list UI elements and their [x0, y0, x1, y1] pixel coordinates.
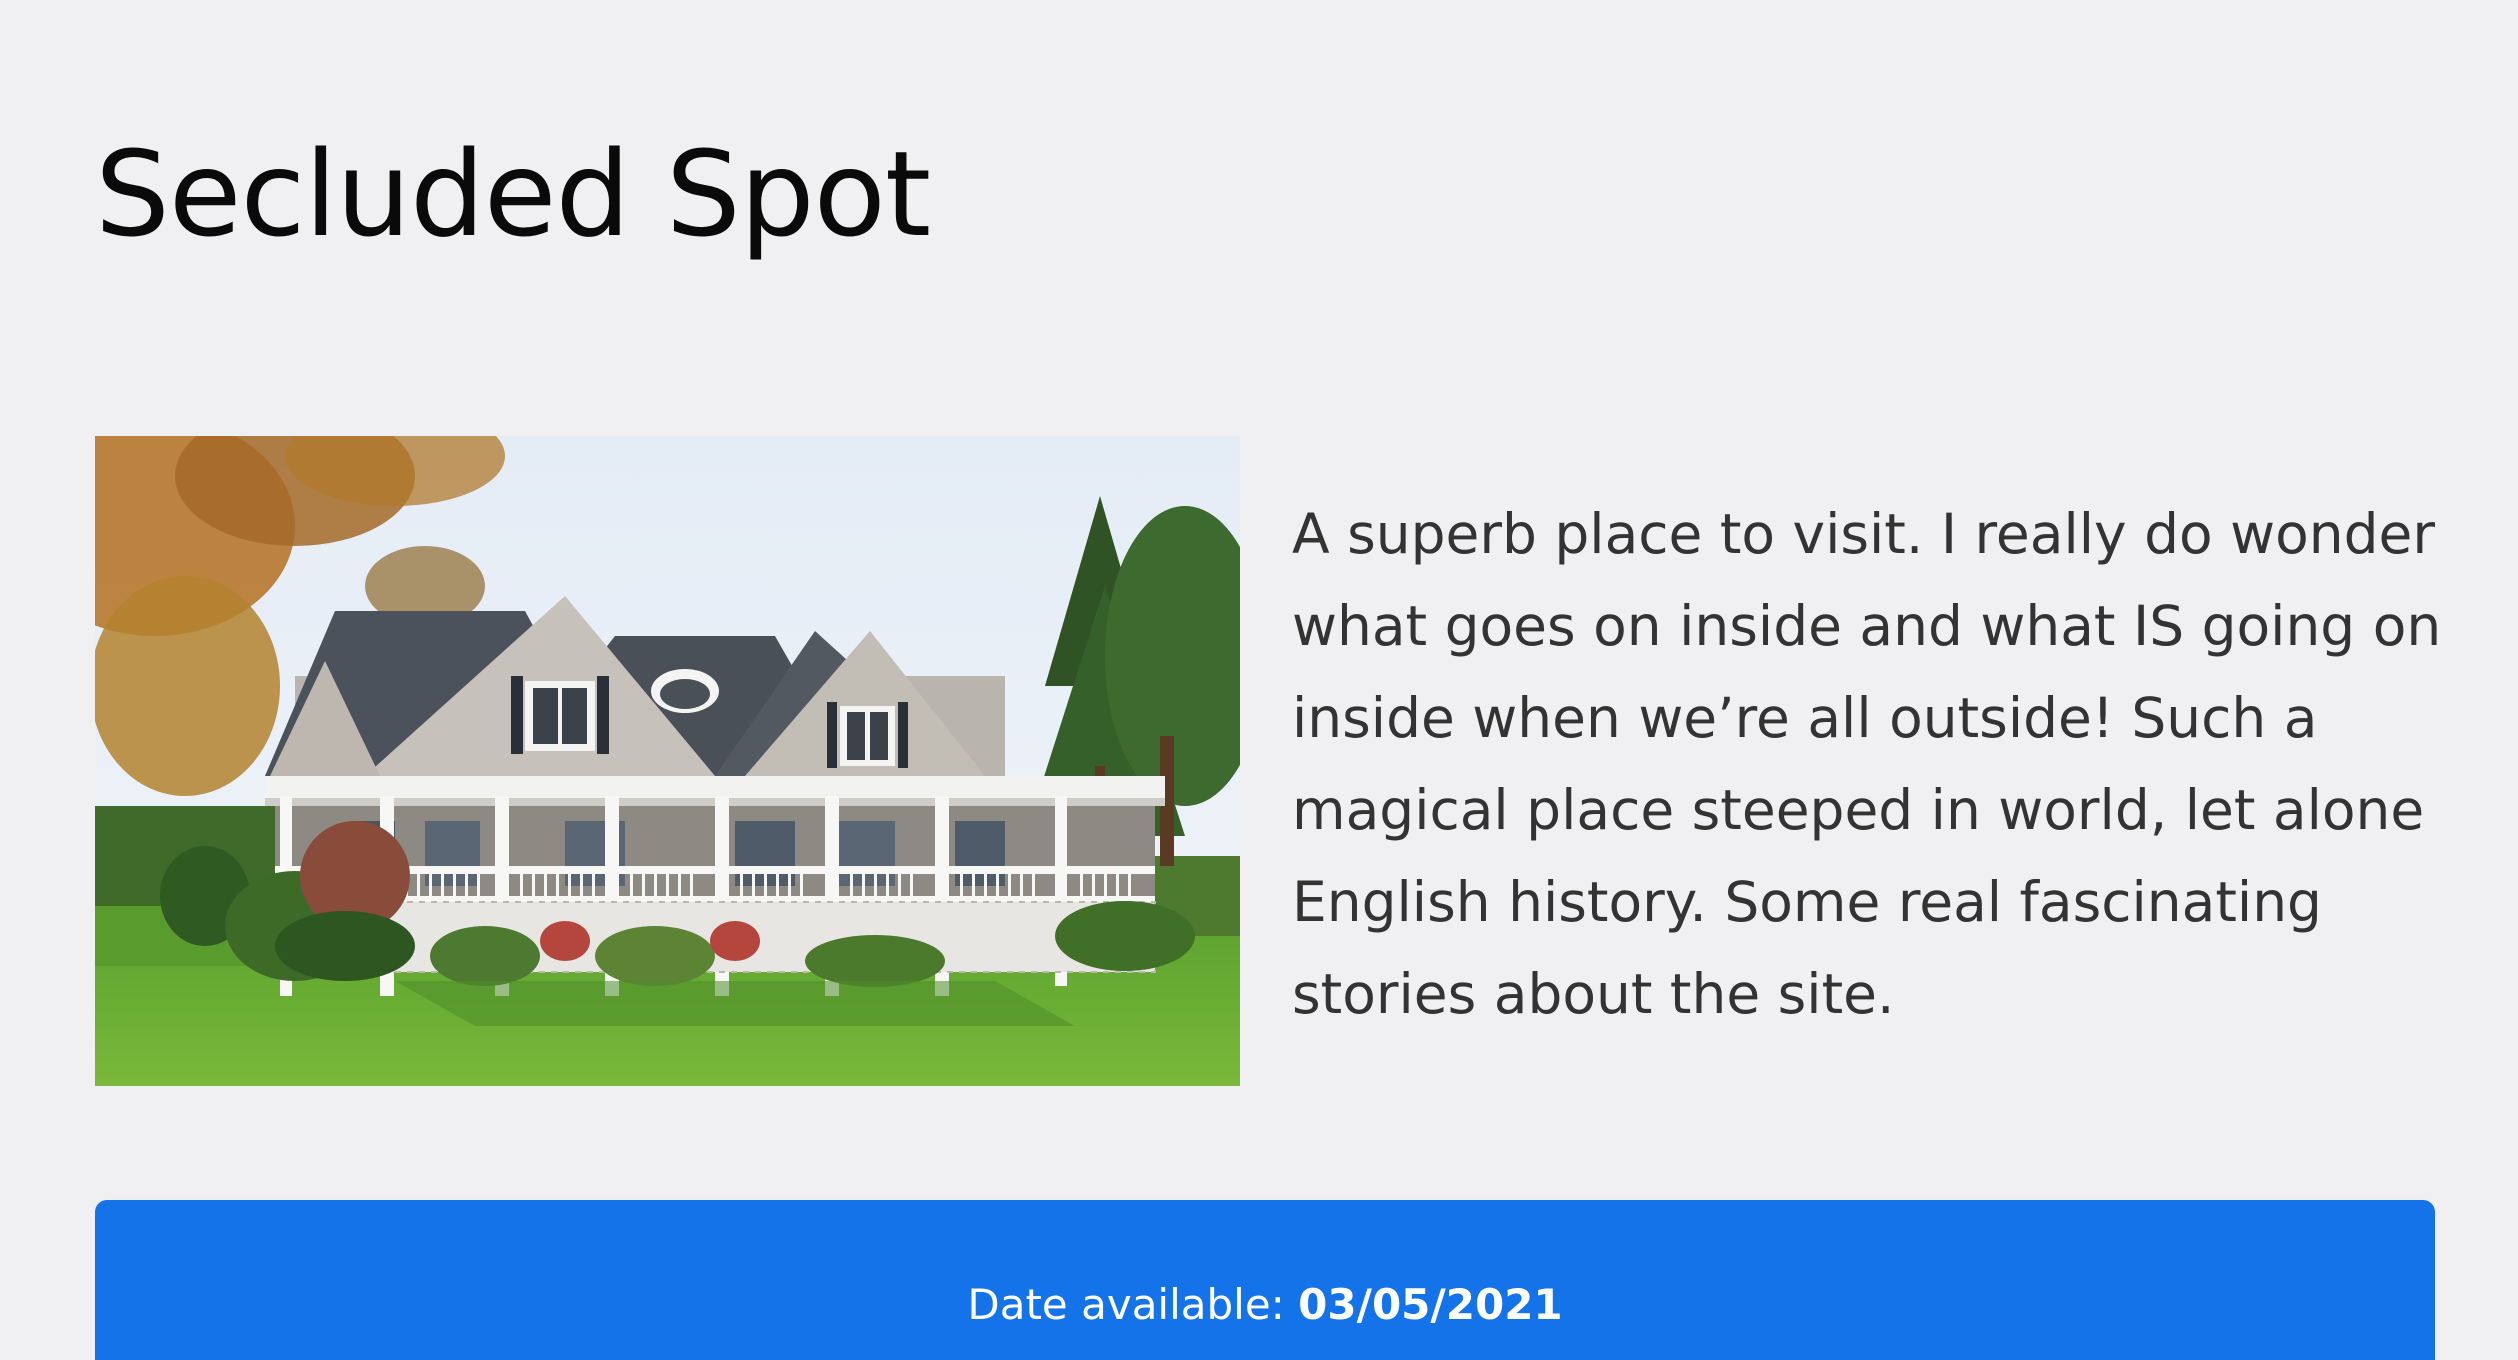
- listing-description: A superb place to visit. I really do won…: [1292, 502, 2442, 1026]
- availability-date: 03/05/2021: [1298, 1280, 1563, 1329]
- house-photo: [95, 436, 1240, 1086]
- availability-text: Date available: 03/05/2021: [95, 1278, 2435, 1332]
- page-title: Secluded Spot: [95, 125, 931, 263]
- availability-label: Date available:: [967, 1280, 1299, 1329]
- availability-banner: Date available: 03/05/2021: [95, 1200, 2435, 1360]
